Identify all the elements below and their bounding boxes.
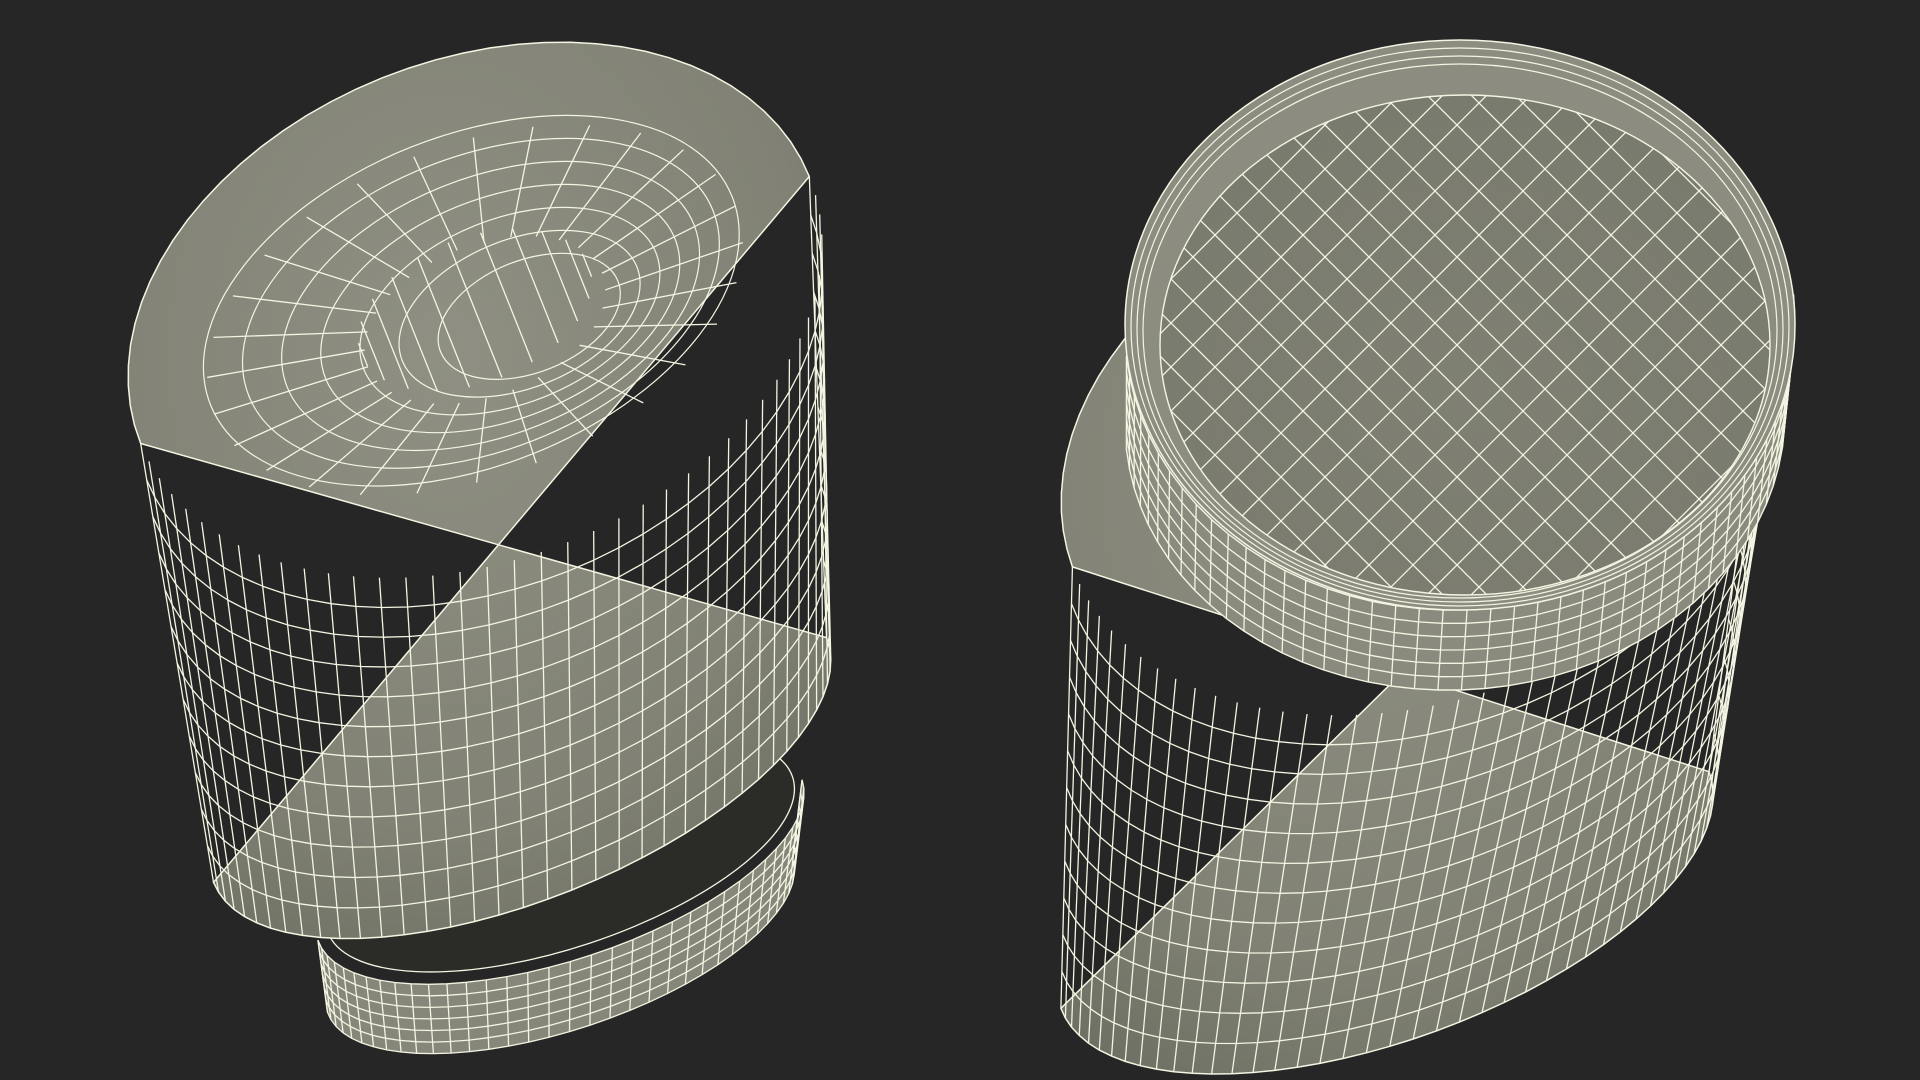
inner-grid-wire — [1849, 0, 1920, 745]
body-side-wire — [140, 443, 215, 883]
inner-grid-wire — [1849, 0, 1920, 745]
wireframe-render-canvas — [127, 0, 1920, 1075]
jar-bottom-view — [127, 41, 832, 1055]
body-silhouette — [127, 41, 832, 940]
inner-grid-wire — [1805, 0, 1920, 745]
inner-grid-wire — [1805, 0, 1920, 745]
jar-body — [127, 41, 832, 940]
